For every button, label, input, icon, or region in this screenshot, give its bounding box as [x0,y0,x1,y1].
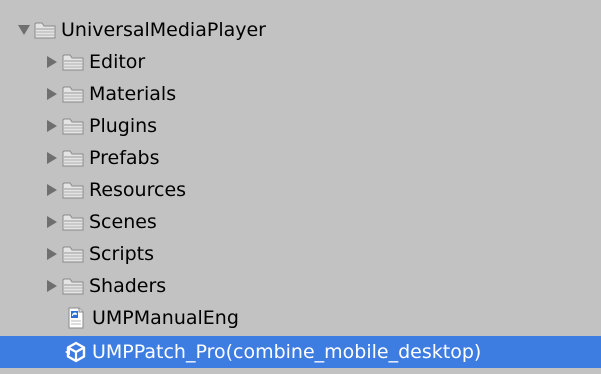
folder-icon [61,84,85,104]
expand-arrow-right-icon[interactable] [44,278,60,294]
tree-item-scripts[interactable]: Scripts [0,238,601,270]
tree-item-materials[interactable]: Materials [0,78,601,110]
tree-item-label: Editor [89,50,146,73]
expand-arrow-down-icon[interactable] [16,22,32,38]
tree-item-editor[interactable]: Editor [0,46,601,78]
folder-icon [61,276,85,296]
tree-item-label: Prefabs [89,146,160,169]
tree-item-label: Plugins [89,114,158,137]
folder-icon [61,148,85,168]
expand-arrow-right-icon[interactable] [44,246,60,262]
expand-arrow-right-icon[interactable] [44,150,60,166]
expand-arrow-right-icon[interactable] [44,182,60,198]
tree-item-label: Resources [89,178,187,201]
folder-icon [61,52,85,72]
expand-arrow-right-icon[interactable] [44,54,60,70]
tree-item-prefabs[interactable]: Prefabs [0,142,601,174]
tree-item-universalmediaplayer[interactable]: UniversalMediaPlayer [0,14,601,46]
folder-icon [61,116,85,136]
folder-icon [61,180,85,200]
tree-item-label: Scripts [89,242,155,265]
tree-item-scenes[interactable]: Scenes [0,206,601,238]
expand-arrow-right-icon[interactable] [44,214,60,230]
tree-item-label: Materials [89,82,177,105]
tree-item-umppatch-pro[interactable]: UMPPatch_Pro(combine_mobile_desktop) [0,336,601,368]
tree-item-resources[interactable]: Resources [0,174,601,206]
tree-item-label: Scenes [89,210,157,233]
pdf-document-icon [64,307,88,329]
tree-item-shaders[interactable]: Shaders [0,270,601,302]
folder-icon [61,212,85,232]
project-tree: UniversalMediaPlayer Editor Materials Pl… [0,0,601,374]
tree-item-label: UMPManualEng [92,306,239,329]
tree-item-label: UMPPatch_Pro(combine_mobile_desktop) [92,340,482,363]
expand-arrow-right-icon[interactable] [44,118,60,134]
folder-icon [33,20,57,40]
unity-package-icon [64,341,88,363]
tree-item-umpmanualeng[interactable]: UMPManualEng [0,302,601,334]
tree-item-label: Shaders [89,274,167,297]
tree-item-label: UniversalMediaPlayer [61,18,266,41]
tree-item-plugins[interactable]: Plugins [0,110,601,142]
expand-arrow-right-icon[interactable] [44,86,60,102]
folder-icon [61,244,85,264]
